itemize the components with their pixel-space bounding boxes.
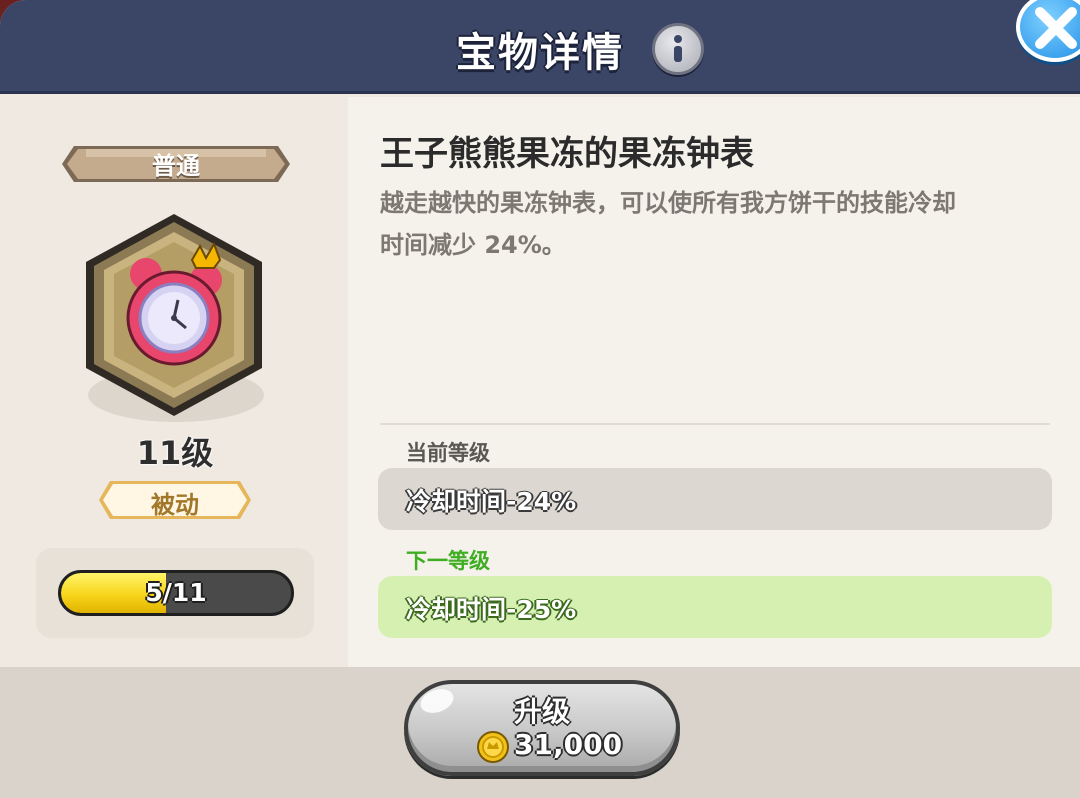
page-title: 宝物详情 [456,30,624,76]
passive-label: 被动 [151,491,199,519]
close-icon [1035,7,1077,49]
description-line: 时间减少 24%。 [380,231,566,259]
treasure-detail-panel: 宝物详情 普通 11级 被动 5/11 王子熊熊果冻的果冻钟表 越走越快的果冻钟… [0,0,1080,798]
coin-icon [477,731,509,763]
clock-treasure-icon[interactable] [74,208,274,428]
divider [380,423,1050,425]
upgrade-cost: 31,000 [514,728,623,761]
treasure-name: 王子熊熊果冻的果冻钟表 [380,134,754,174]
description-line: 越走越快的果冻钟表，可以使所有我方饼干的技能冷却 [380,189,956,217]
upgrade-label: 升级 [513,695,570,728]
current-level-label: 当前等级 [406,441,490,465]
rarity-label: 普通 [152,152,200,180]
info-button[interactable] [652,23,704,75]
info-icon [674,35,682,62]
progress-count: 5/11 [145,578,207,607]
treasure-description: 越走越快的果冻钟表，可以使所有我方饼干的技能冷却 时间减少 24%。 [380,182,1050,266]
next-level-label: 下一等级 [406,549,490,573]
current-level-value: 冷却时间-24% [406,487,577,516]
next-level-value: 冷却时间-25% [406,595,577,624]
treasure-level: 11级 [136,434,214,472]
